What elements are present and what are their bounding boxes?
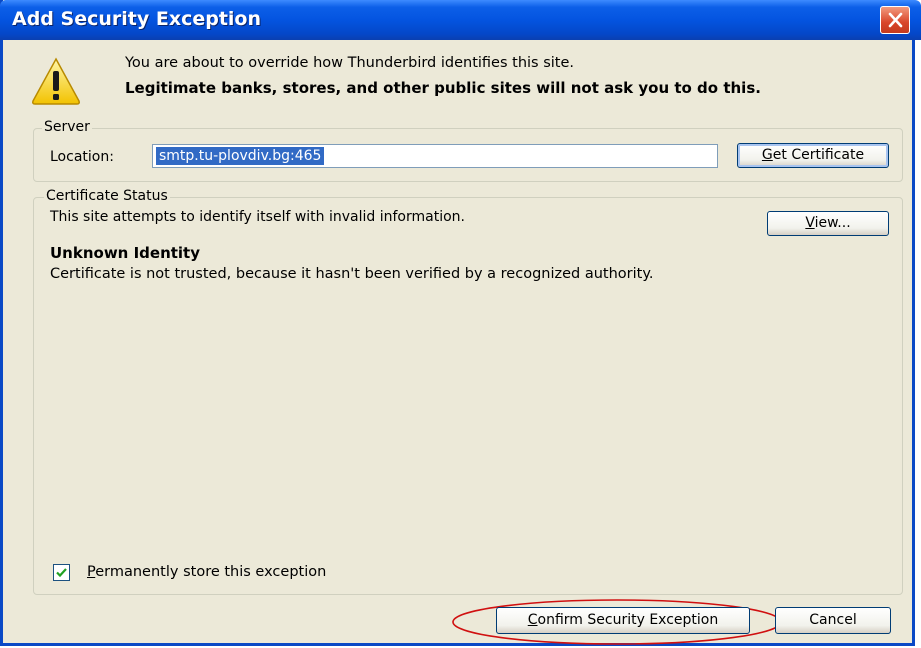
- permanent-store-checkbox[interactable]: [53, 564, 70, 581]
- window-title: Add Security Exception: [12, 8, 262, 30]
- location-label: Location:: [50, 149, 114, 165]
- server-group-label: Server: [42, 119, 92, 135]
- confirm-security-exception-button[interactable]: Confirm Security Exception: [496, 607, 750, 634]
- title-bar[interactable]: Add Security Exception: [0, 0, 921, 40]
- view-button[interactable]: View...: [767, 211, 889, 236]
- permanent-store-accesskey: P: [87, 564, 96, 580]
- get-certificate-button[interactable]: Get Certificate: [737, 143, 889, 168]
- identity-description: Certificate is not trusted, because it h…: [50, 266, 654, 282]
- certificate-status-message: This site attempts to identify itself wi…: [50, 209, 465, 225]
- view-label: iew...: [814, 215, 851, 231]
- permanent-store-text: ermanently store this exception: [95, 564, 327, 580]
- confirm-accesskey: C: [527, 612, 538, 628]
- identity-title: Unknown Identity: [50, 244, 201, 262]
- checkmark-icon: [56, 568, 67, 578]
- close-icon: [888, 12, 903, 28]
- view-accesskey: V: [805, 215, 815, 231]
- location-input[interactable]: smtp.tu-plovdiv.bg:465: [152, 144, 718, 168]
- close-button[interactable]: [880, 6, 910, 34]
- certificate-status-label: Certificate Status: [44, 188, 170, 204]
- location-value: smtp.tu-plovdiv.bg:465: [156, 147, 325, 165]
- permanent-store-label[interactable]: Permanently store this exception: [87, 564, 326, 580]
- warning-message: You are about to override how Thunderbir…: [125, 55, 575, 71]
- get-certificate-label: et Certificate: [772, 147, 865, 163]
- get-certificate-accesskey: G: [761, 147, 773, 163]
- confirm-label: onfirm Security Exception: [537, 612, 719, 628]
- warning-icon: [32, 57, 80, 105]
- cancel-button[interactable]: Cancel: [775, 607, 891, 634]
- warning-emphasis: Legitimate banks, stores, and other publ…: [125, 79, 761, 97]
